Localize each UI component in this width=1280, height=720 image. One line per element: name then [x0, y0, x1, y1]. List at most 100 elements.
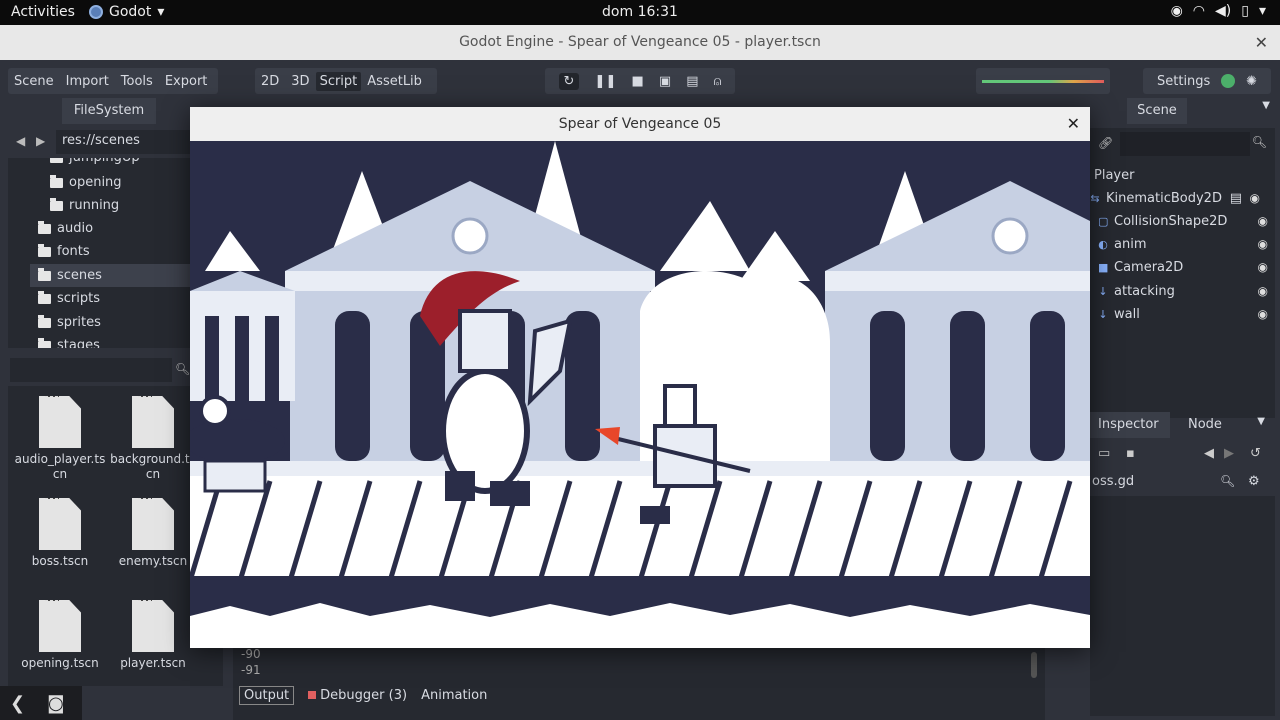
play-scene-icon[interactable]: ▣ [659, 74, 671, 89]
file-item[interactable]: opening.tscn [10, 600, 110, 670]
scene-node[interactable]: ◐ anim ◉ [1098, 233, 1268, 255]
file-item[interactable]: enemy.tscn [103, 498, 203, 568]
visibility-icon[interactable]: ◉ [1250, 191, 1260, 205]
tree-item[interactable]: audio [38, 217, 93, 240]
scene-file-icon [39, 600, 81, 652]
search-icon[interactable]: 🔍︎ [1252, 135, 1267, 149]
script-icon[interactable]: ▤ [1230, 191, 1242, 206]
visibility-icon[interactable]: ◉ [1258, 307, 1268, 321]
menu-tools[interactable]: Tools [115, 74, 159, 89]
close-window-button[interactable]: ✕ [1255, 25, 1268, 60]
scene-node[interactable]: ⇆ KinematicBody2D ▤ ◉ [1090, 187, 1260, 209]
visibility-icon[interactable]: ◉ [1258, 237, 1268, 251]
error-icon [308, 691, 317, 699]
taskbar: ❮ ◙ [0, 686, 82, 720]
folder-icon [38, 243, 51, 257]
workspace-2d[interactable]: 2D [255, 74, 285, 89]
scene-file-icon [132, 600, 174, 652]
settings-button[interactable]: Settings ✺ [1143, 68, 1271, 94]
file-item[interactable]: boss.tscn [10, 498, 110, 568]
file-filter-input[interactable] [10, 358, 172, 382]
system-tray[interactable]: ◉ ◠ ◀) ▯ ▾ [1171, 3, 1266, 19]
output-scrollbar[interactable] [1031, 652, 1037, 678]
tab-inspector[interactable]: Inspector [1090, 412, 1170, 438]
tab-node[interactable]: Node [1180, 412, 1230, 438]
tab-filesystem[interactable]: FileSystem [62, 98, 156, 124]
search-icon[interactable]: 🔍︎ [1220, 474, 1235, 488]
visibility-icon[interactable]: ◉ [1258, 284, 1268, 298]
file-item[interactable]: background.tscn [103, 396, 203, 482]
tree-item[interactable]: opening [50, 171, 122, 194]
activities-button[interactable]: Activities [11, 4, 75, 20]
inspector-tabs: Inspector Node ▼ [1090, 412, 1275, 438]
back-arrow-icon[interactable]: ❮ [10, 693, 25, 714]
visibility-icon[interactable]: ◉ [1258, 214, 1268, 228]
tree-item[interactable]: sprites [38, 311, 101, 334]
history-icon[interactable]: ↺ [1250, 446, 1261, 461]
game-scene-art [190, 141, 1090, 648]
menu-export[interactable]: Export [159, 74, 214, 89]
tree-item[interactable]: scripts [38, 287, 100, 310]
scene-node[interactable]: ↓ attacking ◉ [1098, 280, 1268, 302]
playtest-buttons: ↻ ❚❚ ■ ▣ ▤ ⍝ [545, 68, 735, 94]
battery-icon: ▯ [1241, 3, 1249, 19]
raycast-icon: ↓ [1098, 307, 1108, 321]
workspace-assetlib[interactable]: AssetLib [361, 74, 428, 89]
tree-item[interactable]: jumpingUp [50, 158, 140, 169]
tree-item[interactable]: running [50, 194, 119, 217]
open-folder-icon[interactable]: ▭ [1098, 446, 1110, 461]
game-viewport[interactable] [190, 141, 1090, 648]
inspector-toolbar: ▭ ▪ ◀ ▶ ↺ [1090, 442, 1275, 468]
menu-scene[interactable]: Scene [8, 74, 60, 89]
menu-import[interactable]: Import [60, 74, 115, 89]
search-icon[interactable]: 🔍︎ [175, 362, 190, 376]
app-menu[interactable]: Godot ▾ [89, 4, 164, 20]
resource-name[interactable]: oss.gd [1092, 474, 1134, 489]
scene-node[interactable]: ↓ wall ◉ [1098, 303, 1268, 325]
folder-icon [38, 267, 51, 281]
scene-node[interactable]: ■ Camera2D ◉ [1098, 256, 1268, 278]
tab-scene[interactable]: Scene [1127, 98, 1187, 124]
workspace-script[interactable]: Script [315, 71, 362, 91]
file-item[interactable]: audio_player.tscn [10, 396, 110, 482]
forward-icon[interactable]: ▶ [36, 134, 45, 148]
scene-node[interactable]: ▢ CollisionShape2D ◉ [1098, 210, 1268, 232]
tree-item[interactable]: fonts [38, 240, 90, 263]
link-icon[interactable]: 🔗︎ [1098, 136, 1113, 150]
scene-filter-input[interactable] [1120, 132, 1250, 156]
update-status-icon [1221, 74, 1236, 88]
file-item[interactable]: player.tscn [103, 600, 203, 670]
tab-output[interactable]: Output [239, 686, 295, 705]
bottom-panel: -90 -91 Output Debugger (3) Animation [233, 640, 1045, 720]
close-game-button[interactable]: ✕ [1067, 107, 1080, 141]
discord-icon[interactable]: ◙ [47, 693, 64, 714]
clock[interactable]: dom 16:31 [0, 4, 1280, 20]
pause-icon[interactable]: ❚❚ [595, 74, 617, 89]
system-top-bar: Activities Godot ▾ dom 16:31 ◉ ◠ ◀) ▯ ▾ [0, 0, 1280, 25]
history-back-icon[interactable]: ◀ [1204, 446, 1214, 461]
stop-icon[interactable]: ■ [631, 74, 643, 89]
collision-shape-icon: ▢ [1098, 214, 1109, 228]
folder-icon [38, 290, 51, 304]
tree-item-selected[interactable]: scenes [30, 264, 200, 287]
dock-menu-icon[interactable]: ▼ [1257, 416, 1265, 427]
history-forward-icon[interactable]: ▶ [1224, 446, 1234, 461]
tab-debugger[interactable]: Debugger (3) [308, 688, 407, 703]
remote-debug-icon[interactable]: ⍝ [714, 74, 722, 89]
scene-file-icon [132, 498, 174, 550]
dock-menu-icon[interactable]: ▼ [1262, 100, 1270, 111]
volume-icon: ◀) [1215, 3, 1232, 19]
visibility-icon[interactable]: ◉ [1258, 260, 1268, 274]
reload-icon[interactable]: ↻ [558, 72, 580, 90]
scene-file-icon [39, 498, 81, 550]
gear-icon[interactable]: ⚙ [1248, 474, 1260, 489]
workspace-3d[interactable]: 3D [285, 74, 315, 89]
workspace-switcher: 2D 3D Script AssetLib [255, 68, 437, 94]
play-custom-scene-icon[interactable]: ▤ [686, 74, 698, 89]
tree-item[interactable]: stages [38, 334, 100, 348]
tab-animation[interactable]: Animation [421, 688, 487, 703]
game-window: Spear of Vengeance 05 ✕ [190, 107, 1090, 648]
back-icon[interactable]: ◀ [16, 134, 25, 148]
scene-node-root[interactable]: Player [1094, 164, 1264, 186]
save-icon[interactable]: ▪ [1126, 446, 1135, 461]
